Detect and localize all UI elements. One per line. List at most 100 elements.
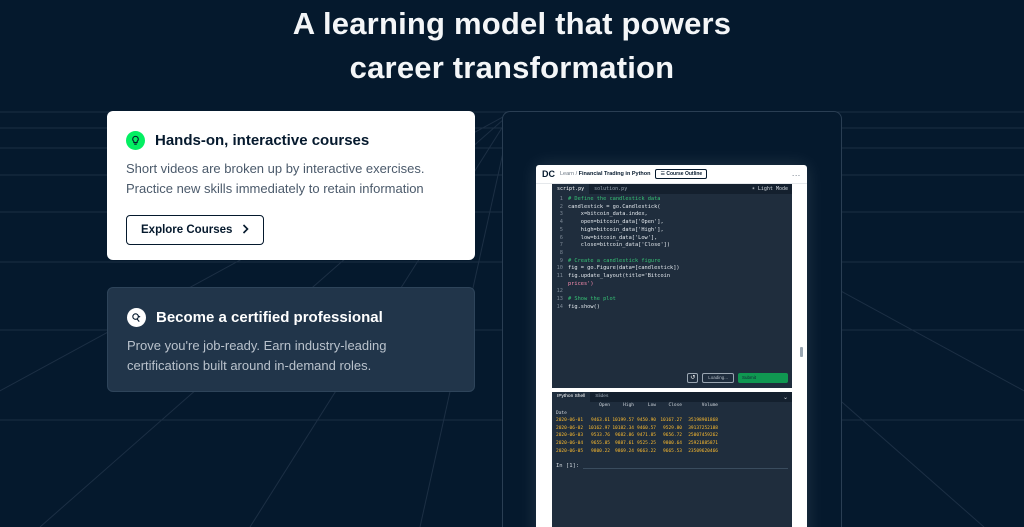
tab-solution[interactable]: solution.py bbox=[589, 184, 632, 194]
code-editor[interactable]: script.py solution.py ☀ Light Mode 1 # De… bbox=[552, 184, 792, 388]
dataframe-cell: 9450.90 bbox=[637, 418, 656, 424]
line-number: 10 bbox=[556, 265, 563, 272]
reset-icon[interactable]: ↺ bbox=[687, 373, 699, 383]
dataframe-cell: 9460.57 bbox=[637, 425, 656, 431]
line-number: 5 bbox=[559, 226, 563, 233]
shell-prompt: In [1]: bbox=[552, 455, 792, 470]
dataframe-cell: 9533.76 bbox=[591, 433, 610, 439]
tab-script[interactable]: script.py bbox=[552, 184, 590, 194]
dataframe-row: 2020-06-01 9463.61 10199.57 9450.90 10167.27… bbox=[556, 417, 788, 425]
mockup-topbar: DC Learn / Financial Trading in Python ☰… bbox=[536, 165, 807, 184]
dataframe-cell: 39137252188 bbox=[688, 425, 718, 431]
dataframe-cell: 10167.27 bbox=[660, 418, 682, 424]
line-number: 3 bbox=[559, 211, 563, 218]
line-number: 6 bbox=[559, 234, 563, 241]
dataframe-cell: 25007459262 bbox=[688, 433, 718, 439]
shell-tabs: IPython Shell Slides ⌄ bbox=[552, 392, 792, 402]
light-mode-toggle[interactable]: ☀ Light Mode bbox=[752, 186, 792, 192]
dataframe-row: 2020-06-04 9655.85 9887.61 9525.25 9800.64 25… bbox=[556, 440, 788, 448]
datacamp-logo: DC bbox=[542, 169, 555, 179]
dataframe-cell: 9800.22 bbox=[591, 448, 610, 454]
explore-courses-button[interactable]: Explore Courses bbox=[126, 215, 265, 245]
code-text: fig.update_layout(title='Bitcoin bbox=[568, 273, 671, 280]
breadcrumb-learn[interactable]: Learn bbox=[560, 171, 574, 177]
line-number: 13 bbox=[556, 296, 563, 303]
page-headline: A learning model that powers career tran… bbox=[0, 2, 1024, 90]
dataframe-cell: 9656.72 bbox=[663, 433, 682, 439]
feature-description: Short videos are broken up by interactiv… bbox=[126, 159, 456, 199]
dataframe-cell: 9525.25 bbox=[637, 440, 656, 446]
code-text: open=bitcoin_data['Open'], bbox=[568, 219, 664, 226]
dataframe-cell: 10182.34 bbox=[612, 425, 634, 431]
dataframe-row: 2020-06-02 10162.97 10182.34 9460.57 9529.80… bbox=[556, 425, 788, 433]
tab-ipython-shell[interactable]: IPython Shell bbox=[552, 392, 591, 402]
dataframe-cell: 35198901868 bbox=[688, 418, 718, 424]
line-number: 2 bbox=[559, 203, 563, 210]
shell-input[interactable] bbox=[583, 463, 788, 470]
code-line: 9 # Create a candlestick figure bbox=[552, 258, 792, 266]
course-outline-button[interactable]: ☰ Course Outline bbox=[655, 169, 708, 179]
dataframe-cell: 10162.97 bbox=[588, 425, 610, 431]
dataframe-cell: 2020-06-02 bbox=[556, 425, 584, 431]
code-text: candlestick = go.Candlestick( bbox=[568, 203, 661, 210]
dataframe-cell: 9471.85 bbox=[637, 433, 656, 439]
prompt-label: In [1]: bbox=[556, 463, 580, 470]
certificate-icon bbox=[127, 308, 146, 327]
dataframe-index-label: Date bbox=[556, 410, 567, 416]
code-text: fig.show() bbox=[568, 303, 600, 310]
code-line: 12 bbox=[552, 288, 792, 296]
code-text: prices') bbox=[568, 280, 594, 287]
line-number: 9 bbox=[559, 257, 563, 264]
dataframe-cell: 9463.61 bbox=[591, 418, 610, 424]
dataframe-cell: 9887.61 bbox=[615, 440, 634, 446]
code-text: fig = go.Figure(data=[candlestick]) bbox=[568, 265, 680, 272]
line-number: 11 bbox=[556, 273, 563, 280]
dataframe-cell: 2020-06-04 bbox=[556, 440, 584, 446]
code-line: 14 fig.show() bbox=[552, 304, 792, 312]
headline-line-1: A learning model that powers bbox=[292, 6, 732, 41]
line-number: 12 bbox=[556, 288, 563, 295]
lightbulb-icon bbox=[126, 131, 145, 150]
code-text: # Create a candlestick figure bbox=[568, 257, 661, 264]
feature-description-line: certifications built around in-demand ro… bbox=[127, 358, 372, 373]
dataframe-cell: 25921885871 bbox=[688, 440, 718, 446]
feature-title: Become a certified professional bbox=[156, 309, 383, 326]
breadcrumb: Learn / Financial Trading in Python bbox=[560, 171, 650, 177]
headline-line-2: career transformation bbox=[349, 50, 675, 85]
dataframe-output: Open High Low Close Volume Date 2020-06-01 9463… bbox=[552, 402, 792, 455]
code-text: x=bitcoin_data.index, bbox=[568, 211, 648, 218]
line-number: 8 bbox=[559, 249, 563, 256]
editor-actions: ↺ Loading... Submit bbox=[687, 373, 788, 383]
feature-card-courses[interactable]: Hands-on, interactive courses Short vide… bbox=[107, 111, 475, 260]
line-number: 4 bbox=[559, 219, 563, 226]
dataframe-cell: 2020-06-01 bbox=[556, 418, 584, 424]
code-text: high=bitcoin_data['High'], bbox=[568, 226, 664, 233]
dataframe-cell: 9665.53 bbox=[663, 448, 682, 454]
ipython-shell[interactable]: IPython Shell Slides ⌄ Open High Low Close V… bbox=[552, 392, 792, 527]
breadcrumb-separator: / bbox=[575, 171, 578, 177]
dataframe-cell: 2020-06-03 bbox=[556, 433, 584, 439]
feature-card-certification[interactable]: Become a certified professional Prove yo… bbox=[107, 287, 475, 392]
code-text: # Define the candlestick data bbox=[568, 196, 661, 202]
code-line: 4 open=bitcoin_data['Open'], bbox=[552, 219, 792, 227]
dataframe-cell: High bbox=[623, 403, 634, 408]
pane-resize-handle[interactable] bbox=[800, 347, 803, 357]
dataframe-cell: 9682.86 bbox=[615, 433, 634, 439]
tab-slides[interactable]: Slides bbox=[590, 392, 613, 402]
dataframe-cell: Low bbox=[647, 403, 656, 408]
code-text: close=bitcoin_data['Close']) bbox=[568, 242, 671, 249]
chevron-down-icon[interactable]: ⌄ bbox=[783, 394, 792, 401]
dataframe-cell: 9655.85 bbox=[591, 440, 610, 446]
code-line: 6 low=bitcoin_data['Low'], bbox=[552, 235, 792, 243]
submit-button[interactable]: Submit bbox=[738, 373, 788, 383]
code-lines: 1 # Define the candlestick data 2 candlesti… bbox=[552, 194, 792, 312]
run-code-button[interactable]: Loading... bbox=[702, 373, 734, 383]
line-number: 1 bbox=[559, 196, 563, 202]
more-options-icon[interactable]: ... bbox=[792, 171, 801, 178]
code-line: 7 close=bitcoin_data['Close']) bbox=[552, 242, 792, 250]
dataframe-cell: 23509620466 bbox=[688, 448, 718, 454]
code-line: 5 high=bitcoin_data['High'], bbox=[552, 227, 792, 235]
line-number: 14 bbox=[556, 303, 563, 310]
chevron-right-icon bbox=[242, 223, 250, 237]
feature-title: Hands-on, interactive courses bbox=[155, 132, 370, 149]
